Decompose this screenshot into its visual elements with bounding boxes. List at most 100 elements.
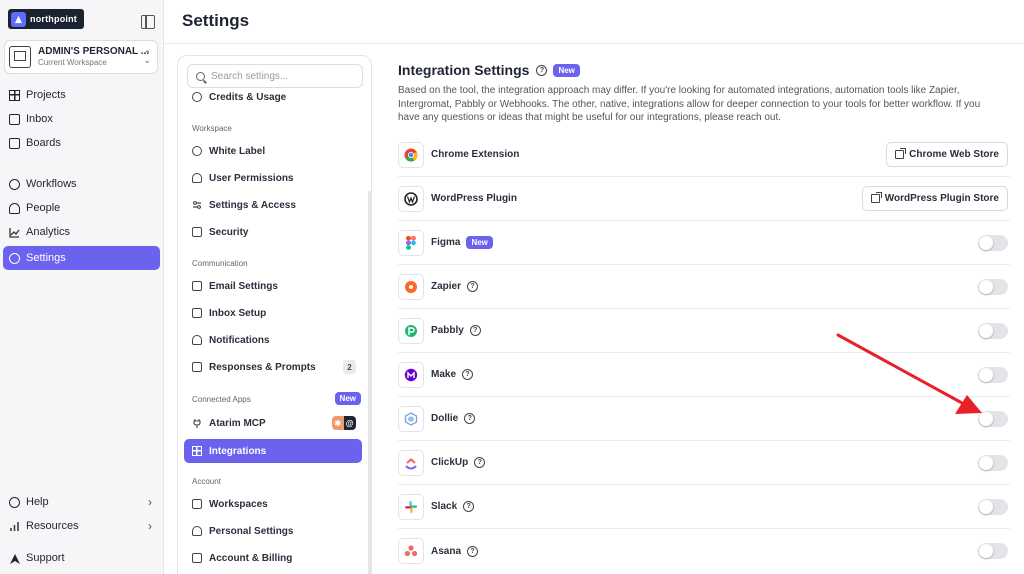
clickup-logo-icon — [398, 449, 424, 476]
header-divider — [165, 43, 1024, 44]
settings-item-email-settings[interactable]: Email Settings — [184, 275, 362, 297]
wordpress-plugin-store-button[interactable]: WordPress Plugin Store — [861, 186, 1008, 211]
bookmark-icon — [192, 362, 202, 372]
slack-toggle[interactable] — [978, 498, 1008, 515]
sidebar-item-label: Projects — [26, 89, 66, 101]
board-icon — [9, 137, 20, 149]
make-toggle[interactable] — [978, 366, 1008, 383]
sidebar-item-projects[interactable]: Projects — [3, 83, 160, 107]
figma-toggle[interactable] — [978, 234, 1008, 251]
clickup-toggle[interactable] — [978, 454, 1008, 471]
settings-item-label: User Permissions — [209, 172, 294, 184]
settings-item-label: Notifications — [209, 334, 270, 346]
sidebar-item-resources[interactable]: Resources › — [3, 514, 160, 538]
sidebar-item-settings[interactable]: Settings — [3, 246, 160, 270]
mail-icon — [192, 281, 202, 291]
sidebar-collapse-icon[interactable] — [141, 15, 155, 29]
chrome-logo-icon — [398, 141, 424, 168]
asana-toggle[interactable] — [978, 543, 1008, 559]
settings-item-notifications[interactable]: Notifications — [184, 329, 362, 351]
workspace-name: ADMIN'S PERSONAL ... — [38, 46, 150, 57]
settings-item-label: Account & Billing — [209, 552, 293, 564]
sidebar-item-label: Boards — [26, 137, 61, 149]
settings-item-settings-access[interactable]: Settings & Access — [184, 194, 362, 216]
settings-item-user-permissions[interactable]: User Permissions — [184, 167, 362, 189]
help-icon[interactable]: ? — [463, 501, 475, 512]
pabbly-toggle[interactable] — [978, 322, 1008, 339]
integration-name: ClickUp — [431, 457, 469, 468]
integration-name: Zapier — [431, 281, 462, 292]
settings-search-input[interactable] — [211, 70, 351, 82]
settings-item-personal-settings[interactable]: Personal Settings — [184, 520, 362, 542]
help-icon[interactable]: ? — [464, 413, 476, 424]
dollie-toggle[interactable] — [978, 410, 1008, 427]
sidebar-item-label: People — [26, 202, 61, 214]
sidebar-item-analytics[interactable]: Analytics — [3, 220, 160, 244]
section-workspace: Workspace — [192, 124, 232, 133]
new-badge: New — [553, 63, 580, 77]
integration-row-slack: Slack ? — [398, 485, 1010, 529]
settings-item-white-label[interactable]: White Label — [184, 140, 362, 162]
northpoint-logo[interactable]: northpoint — [8, 9, 84, 29]
sidebar-item-support[interactable]: Support — [3, 546, 160, 570]
help-icon[interactable]: ? — [469, 325, 481, 336]
analytics-icon — [9, 227, 20, 238]
palette-icon — [192, 146, 202, 156]
settings-item-credits[interactable]: Credits & Usage — [184, 86, 362, 108]
sidebar-item-label: Help — [26, 496, 49, 508]
settings-item-security[interactable]: Security — [184, 221, 362, 243]
inbox-icon — [192, 308, 202, 318]
settings-item-integrations[interactable]: Integrations — [184, 439, 362, 463]
settings-item-responses-prompts[interactable]: Responses & Prompts 2 — [184, 356, 362, 378]
settings-item-account-billing[interactable]: Account & Billing — [184, 547, 362, 569]
settings-item-label: Settings & Access — [209, 199, 296, 211]
sidebar-item-label: Workflows — [26, 178, 77, 190]
chrome-web-store-button[interactable]: Chrome Web Store — [886, 142, 1008, 167]
settings-item-label: Personal Settings — [209, 525, 294, 537]
button-label: WordPress Plugin Store — [884, 193, 999, 204]
at-icon: @ — [345, 418, 354, 428]
sidebar-item-inbox[interactable]: Inbox — [3, 107, 160, 131]
help-icon[interactable]: ? — [474, 457, 486, 468]
count-badge: 2 — [343, 360, 356, 374]
credit-card-icon — [192, 553, 202, 563]
bell-icon — [192, 335, 202, 345]
chevron-right-icon: › — [148, 495, 152, 509]
person-icon — [9, 202, 20, 214]
settings-item-label: White Label — [209, 145, 266, 157]
sidebar-item-help[interactable]: Help › — [3, 490, 160, 514]
settings-nav-scrollbar[interactable] — [368, 191, 371, 574]
settings-item-label: Workspaces — [209, 498, 268, 510]
integration-row-clickup: ClickUp ? — [398, 441, 1010, 485]
sidebar-item-label: Analytics — [26, 226, 71, 238]
integration-name: Figma — [431, 237, 461, 248]
help-icon[interactable]: ? — [462, 369, 474, 380]
section-title-text: Integration Settings — [398, 62, 530, 78]
section-communication: Communication — [192, 259, 248, 268]
integration-row-asana: Asana ? — [398, 529, 1010, 573]
sidebar-item-people[interactable]: People — [3, 196, 160, 220]
integrations-icon — [192, 446, 202, 456]
settings-search[interactable] — [187, 64, 363, 88]
settings-item-label: Inbox Setup — [209, 307, 267, 319]
integration-name: Pabbly — [431, 325, 464, 336]
lock-icon — [192, 227, 202, 237]
gear-icon — [9, 252, 20, 264]
sidebar-item-boards[interactable]: Boards — [3, 131, 160, 155]
help-icon[interactable]: ? — [536, 64, 548, 76]
workspace-subtitle: Current Workspace — [38, 58, 107, 67]
settings-item-atarim-mcp[interactable]: Atarim MCP ✱ @ — [184, 412, 362, 434]
help-icon[interactable]: ? — [467, 545, 479, 557]
settings-nav-panel: Credits & Usage Workspace White Label Us… — [177, 55, 372, 574]
search-icon — [196, 71, 205, 81]
sidebar-item-workflows[interactable]: Workflows — [3, 172, 160, 196]
settings-item-workspaces[interactable]: Workspaces — [184, 493, 362, 515]
integration-name: Slack — [431, 501, 458, 512]
settings-item-label: Atarim MCP — [209, 417, 266, 429]
integration-row-dollie: Dollie ? — [398, 397, 1010, 441]
workspace-switcher[interactable]: ADMIN'S PERSONAL ... Current Workspace ⌃… — [4, 40, 158, 74]
settings-item-inbox-setup[interactable]: Inbox Setup — [184, 302, 362, 324]
integration-row-wordpress: WordPress Plugin WordPress Plugin Store — [398, 177, 1010, 221]
help-icon[interactable]: ? — [467, 281, 479, 292]
zapier-toggle[interactable] — [978, 278, 1008, 295]
